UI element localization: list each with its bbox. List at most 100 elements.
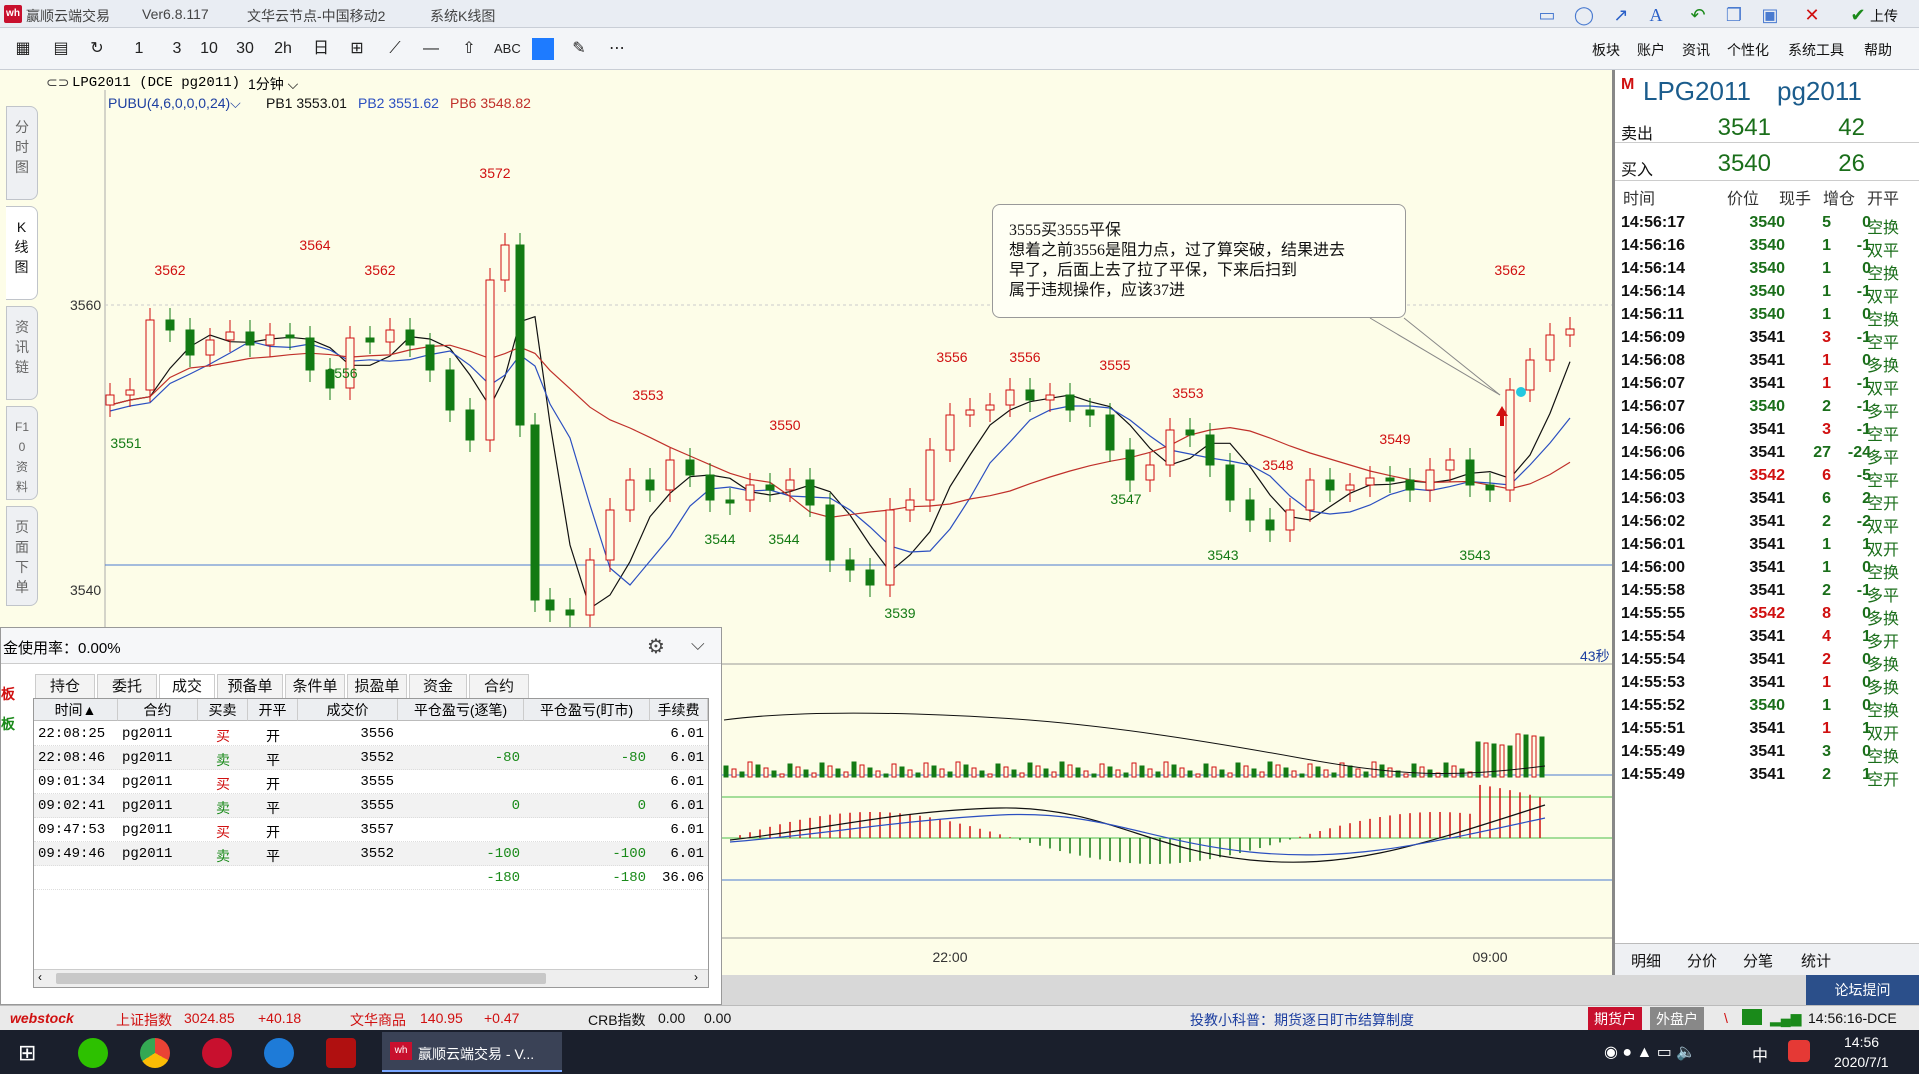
tray-icons[interactable]: ◉ ● ▲ ▭ 🔈 — [1604, 1042, 1696, 1062]
ellipse-tool-icon[interactable]: ◯ — [1572, 4, 1596, 26]
indicator-dropdown[interactable]: PUBU(4,6,0,0,0,24)⌵ — [108, 95, 241, 112]
collapse-chevron-icon[interactable]: ⌵ — [691, 634, 705, 655]
windows-start-icon[interactable]: ⊞ — [18, 1040, 36, 1066]
cell-contract: pg2011 — [122, 774, 173, 790]
color-picker-icon[interactable] — [532, 38, 554, 60]
app-k-icon[interactable] — [264, 1038, 294, 1068]
abc-text-button[interactable]: ABC — [494, 38, 521, 60]
volume-bar — [1019, 772, 1025, 778]
taskbar-active-app[interactable]: wh 赢顺云端交易 - V... — [382, 1032, 562, 1072]
copy-icon[interactable]: ❐ — [1722, 4, 1746, 26]
trade-tab[interactable]: 持仓 — [35, 674, 95, 698]
tick-qty: 8 — [1822, 605, 1831, 622]
horizontal-line-icon[interactable]: — — [420, 38, 442, 60]
chrome-icon[interactable] — [140, 1038, 170, 1068]
refresh-icon[interactable]: ↻ — [86, 38, 108, 60]
settings-gear-icon[interactable]: ⚙ — [647, 634, 665, 659]
layout-grid-icon[interactable]: ⊞ — [346, 38, 368, 60]
rectangle-tool-icon[interactable]: ▭ — [1535, 4, 1559, 26]
futures-account-button[interactable]: 期货户 — [1588, 1007, 1642, 1031]
table-row[interactable]: 22:08:25 pg2011 买 开 3556 6.01 — [34, 722, 708, 746]
trade-tab[interactable]: 预备单 — [217, 674, 283, 698]
tick-inc: 0 — [1862, 674, 1871, 691]
period-dropdown[interactable]: 1分钟 ⌵ — [248, 74, 298, 94]
forum-button[interactable]: 论坛提问 — [1806, 975, 1919, 1005]
table-row[interactable]: 09:02:41 pg2011 卖 平 3555 0 0 6.01 — [34, 794, 708, 818]
news-ticker[interactable]: 投教小科普：期货逐日盯市结算制度 — [1190, 1010, 1414, 1030]
table-row[interactable]: 09:49:46 pg2011 卖 平 3552 -100 -100 6.01 — [34, 842, 708, 866]
table-header[interactable]: 时间▲ — [34, 699, 118, 721]
volume-bar — [1307, 763, 1313, 778]
arrow-tool-icon[interactable]: ↗ — [1609, 4, 1633, 26]
menu-personalize[interactable]: 个性化 — [1727, 40, 1769, 60]
period-30-button[interactable]: 30 — [234, 38, 256, 60]
app-red-icon[interactable] — [202, 1038, 232, 1068]
table-header[interactable]: 平仓盈亏(盯市) — [524, 699, 650, 721]
trade-tab[interactable]: 成交 — [159, 674, 215, 698]
menu-system-tools[interactable]: 系统工具 — [1788, 40, 1844, 60]
line-tool-icon[interactable]: ⟋ — [384, 38, 406, 60]
tab-news-chain[interactable]: 资讯链 — [6, 306, 38, 400]
table-row[interactable]: 09:47:53 pg2011 买 开 3557 6.01 — [34, 818, 708, 842]
period-day-button[interactable]: 日 — [310, 38, 332, 60]
menu-sector[interactable]: 板块 — [1592, 40, 1620, 60]
table-header[interactable]: 合约 — [118, 699, 198, 721]
trade-tab[interactable]: 合约 — [469, 674, 529, 698]
more-icon[interactable]: ⋯ — [606, 38, 628, 60]
tick-price: 3541 — [1749, 628, 1785, 645]
chart-annotation[interactable]: 3555买3555平保 想着之前3556是阻力点，过了算突破，结果进去 早了，后… — [992, 204, 1406, 318]
trade-tab[interactable]: 委托 — [97, 674, 157, 698]
table-header[interactable]: 开平 — [248, 699, 298, 721]
tick-time: 14:56:09 — [1621, 329, 1686, 346]
tab-page-order[interactable]: 页面下单 — [6, 506, 38, 606]
foreign-account-button[interactable]: 外盘户 — [1650, 1007, 1704, 1031]
tab-price-dist[interactable]: 分价 — [1687, 950, 1717, 971]
tray-app-icon[interactable] — [1788, 1040, 1810, 1062]
menu-news[interactable]: 资讯 — [1682, 40, 1710, 60]
up-arrow-icon[interactable]: ⇧ — [458, 38, 480, 60]
tab-tick[interactable]: 分笔 — [1743, 950, 1773, 971]
table-row[interactable]: 22:08:46 pg2011 卖 平 3552 -80 -80 6.01 — [34, 746, 708, 770]
tab-f10[interactable]: F10资料 — [6, 406, 38, 500]
buy-label: 买入 — [1621, 162, 1654, 179]
tick-inc: -2 — [1856, 513, 1871, 530]
order-icon[interactable]: ▦ — [12, 38, 34, 60]
tab-kline[interactable]: K线图 — [6, 206, 38, 300]
ime-indicator[interactable]: 中 — [1752, 1042, 1768, 1066]
trade-tab[interactable]: 条件单 — [285, 674, 345, 698]
cell-side: 买 — [216, 826, 230, 842]
trade-tab[interactable]: 损盈单 — [347, 674, 407, 698]
menu-help[interactable]: 帮助 — [1864, 40, 1892, 60]
menu-account[interactable]: 账户 — [1637, 40, 1665, 60]
table-row[interactable]: 09:01:34 pg2011 买 开 3555 6.01 — [34, 770, 708, 794]
cell-price: 3557 — [360, 822, 394, 838]
annotation-pointer — [1403, 317, 1501, 396]
candle-body — [825, 504, 835, 561]
period-2h-button[interactable]: 2h — [272, 38, 294, 60]
tab-detail[interactable]: 明细 — [1631, 950, 1661, 971]
table-header[interactable]: 平仓盈亏(逐笔) — [398, 699, 524, 721]
text-tool-icon[interactable]: A — [1644, 4, 1668, 26]
app-chart-icon[interactable] — [326, 1038, 356, 1068]
h-scrollbar[interactable]: ‹ › — [34, 969, 708, 987]
upload-button[interactable]: 上传 — [1870, 6, 1898, 26]
period-1-button[interactable]: 1 — [128, 38, 150, 60]
table-header[interactable]: 手续费 — [650, 699, 708, 721]
wechat-icon[interactable] — [78, 1038, 108, 1068]
scroll-thumb[interactable] — [56, 973, 546, 984]
period-3-button[interactable]: 3 — [166, 38, 188, 60]
period-10-button[interactable]: 10 — [198, 38, 220, 60]
table-header[interactable]: 成交价 — [298, 699, 398, 721]
scroll-left-icon[interactable]: ‹ — [38, 970, 42, 984]
scroll-right-icon[interactable]: › — [694, 970, 698, 984]
eraser-icon[interactable]: ✎ — [568, 38, 590, 60]
delete-drawing-icon[interactable]: ✕ — [1800, 4, 1824, 26]
tick-time: 14:56:03 — [1621, 490, 1686, 507]
undo-icon[interactable]: ↶ — [1686, 4, 1710, 26]
table-header[interactable]: 买卖 — [198, 699, 248, 721]
tab-timeshare[interactable]: 分时图 — [6, 106, 38, 200]
save-drawing-icon[interactable]: ▣ — [1758, 4, 1782, 26]
trade-tab[interactable]: 资金 — [409, 674, 467, 698]
save-icon[interactable]: ▤ — [50, 38, 72, 60]
tab-stats[interactable]: 统计 — [1801, 950, 1831, 971]
